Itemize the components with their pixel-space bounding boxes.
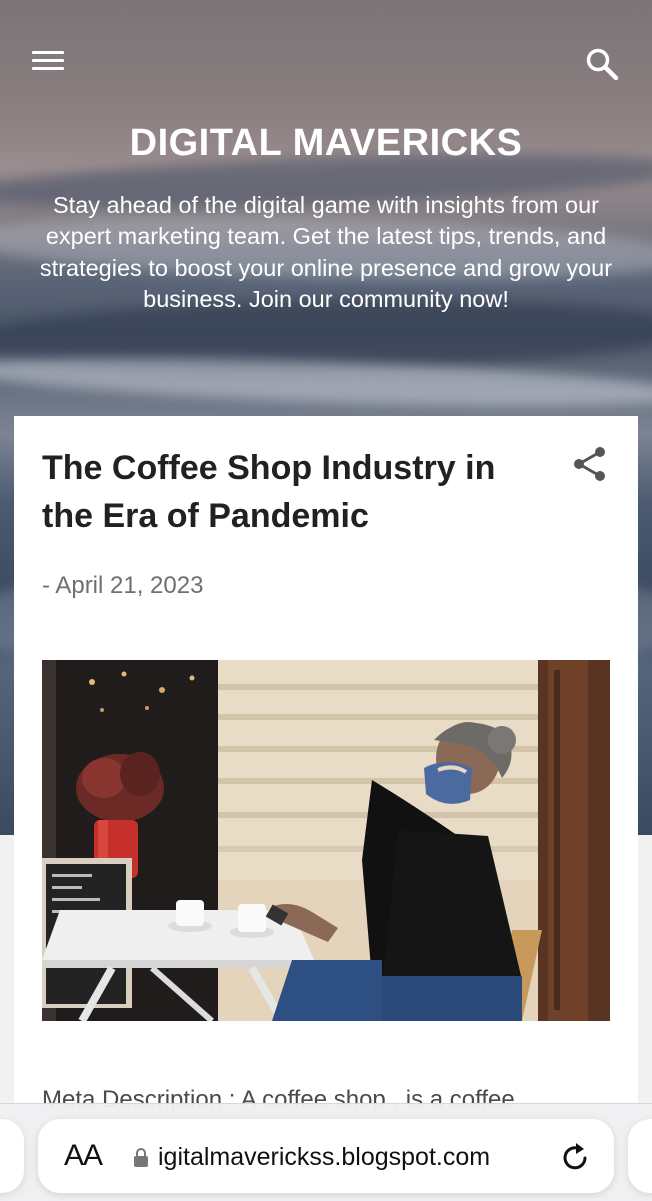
address-bar[interactable]: AA igitalmaverickss.blogspot.com xyxy=(38,1119,614,1193)
share-icon[interactable] xyxy=(570,444,610,484)
coffee-shop-photo xyxy=(42,660,610,1021)
blog-title[interactable]: DIGITAL MAVERICKS xyxy=(0,122,652,165)
browser-toolbar: AA igitalmaverickss.blogspot.com xyxy=(0,1103,652,1201)
lock-icon xyxy=(134,1148,148,1167)
text-size-label: AA xyxy=(64,1139,103,1172)
text-size-button[interactable]: AA xyxy=(64,1139,103,1173)
reload-icon[interactable] xyxy=(560,1141,592,1173)
post-date: - April 21, 2023 xyxy=(42,572,204,599)
search-icon[interactable] xyxy=(584,46,620,82)
post-photo[interactable] xyxy=(42,660,610,1021)
post-title[interactable]: The Coffee Shop Industry in the Era of P… xyxy=(42,444,552,540)
next-tab[interactable] xyxy=(628,1119,652,1193)
blog-description: Stay ahead of the digital game with insi… xyxy=(39,192,613,312)
previous-tab[interactable] xyxy=(0,1119,24,1193)
post-card: The Coffee Shop Industry in the Era of P… xyxy=(14,416,638,1116)
hamburger-menu-icon[interactable] xyxy=(32,49,66,73)
url-text[interactable]: igitalmaverickss.blogspot.com xyxy=(158,1143,490,1172)
